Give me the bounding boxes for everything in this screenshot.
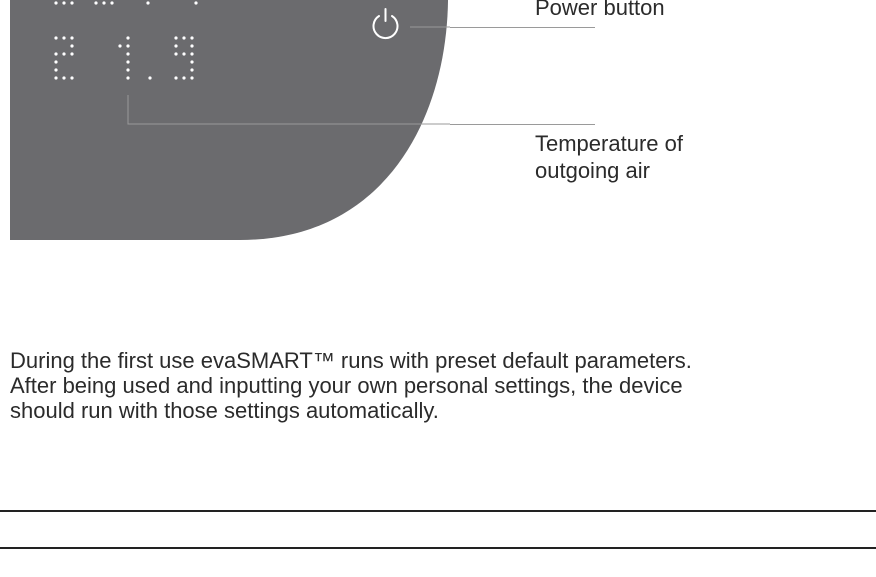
- manual-page: Power button Temperature of outgoing air…: [0, 0, 876, 577]
- instruction-line: After being used and inputting your own …: [10, 373, 683, 398]
- power-button-label: Power button: [535, 0, 665, 20]
- panel-shape: [10, 0, 448, 240]
- temperature-label-line1: Temperature of: [535, 131, 683, 156]
- instruction-line: During the first use evaSMART™ runs with…: [10, 348, 692, 373]
- divider-rule: [0, 510, 876, 512]
- divider-rule: [0, 547, 876, 549]
- power-callout-line: [450, 27, 595, 28]
- usage-instructions: During the first use evaSMART™ runs with…: [10, 348, 876, 423]
- device-panel-illustration: [10, 0, 450, 240]
- instruction-line: should run with those settings automatic…: [10, 398, 439, 423]
- temperature-label-line2: outgoing air: [535, 158, 650, 183]
- temperature-callout-line: [450, 124, 595, 125]
- device-control-panel: [10, 0, 450, 240]
